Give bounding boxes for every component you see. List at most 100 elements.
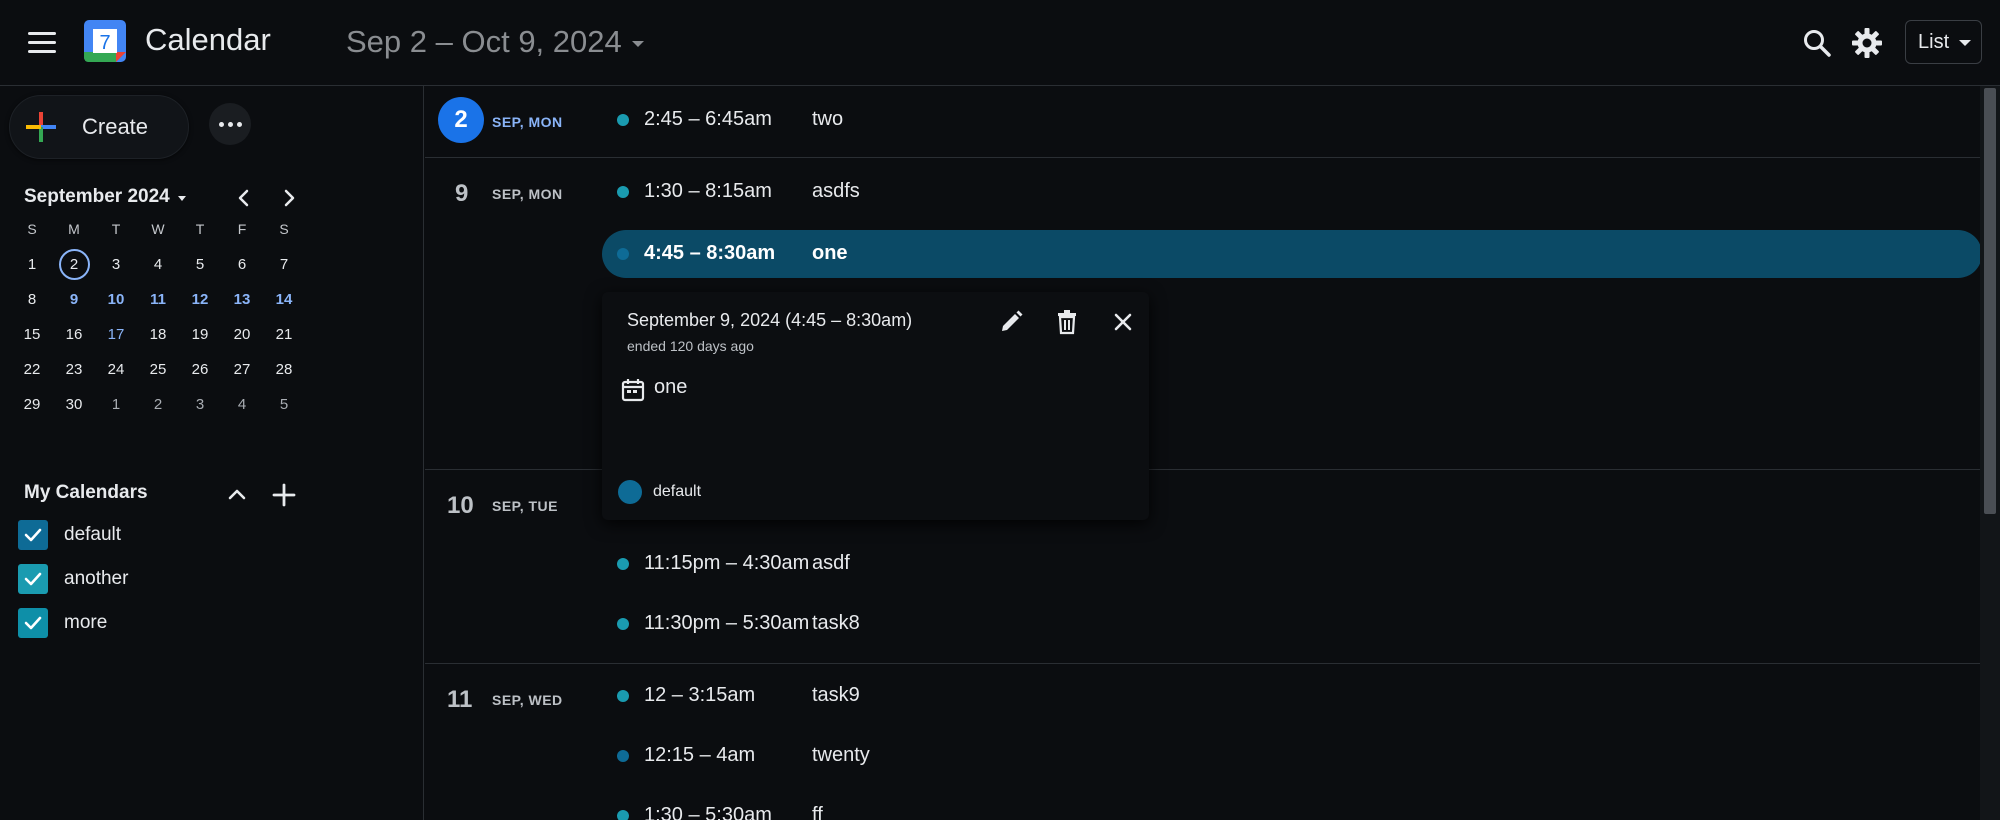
day-divider: [425, 663, 1980, 664]
event-color-dot: [617, 186, 629, 198]
mini-weekday-row: S M T W T F S: [11, 212, 305, 247]
day-number[interactable]: 9: [455, 180, 468, 208]
close-popover-button[interactable]: [1107, 306, 1139, 338]
check-icon: [24, 572, 42, 586]
calendar-icon: [621, 379, 645, 402]
mini-day-next-month[interactable]: 1: [95, 387, 137, 422]
chevron-down-icon: [177, 195, 186, 201]
calendar-checkbox[interactable]: [18, 564, 48, 594]
mini-day[interactable]: 22: [11, 352, 53, 387]
mini-month-picker[interactable]: September 2024: [24, 186, 186, 208]
event-time: 1:30 – 5:30am: [644, 804, 772, 820]
event-title: task8: [812, 612, 860, 634]
event-item[interactable]: 2:45 – 6:45am two: [617, 98, 2000, 144]
event-time: 12 – 3:15am: [644, 684, 756, 706]
event-time: 11:30pm – 5:30am: [644, 612, 810, 634]
day-number[interactable]: 10: [447, 492, 474, 520]
day-divider: [425, 157, 1980, 158]
chevron-down-icon: [1959, 40, 1972, 46]
delete-event-button[interactable]: [1051, 306, 1083, 338]
check-icon: [24, 616, 42, 630]
mini-day-selected[interactable]: 10: [95, 282, 137, 317]
event-color-dot: [617, 114, 629, 126]
mini-day[interactable]: 29: [11, 387, 53, 422]
mini-day[interactable]: 18: [137, 317, 179, 352]
mini-day[interactable]: 3: [95, 247, 137, 282]
mini-day-next-month[interactable]: 5: [263, 387, 305, 422]
mini-day[interactable]: 25: [137, 352, 179, 387]
mini-day-has-events[interactable]: 17: [95, 317, 137, 352]
date-range-picker[interactable]: Sep 2 – Oct 9, 2024: [346, 24, 644, 60]
calendar-item-another[interactable]: another: [18, 562, 318, 596]
mini-week-row: 1 2 3 4 5 6 7: [11, 247, 305, 282]
mini-day[interactable]: 8: [11, 282, 53, 317]
event-time: 4:45 – 8:30am: [644, 242, 776, 264]
mini-day-next-month[interactable]: 3: [179, 387, 221, 422]
mini-day[interactable]: 15: [11, 317, 53, 352]
calendar-item-more[interactable]: more: [18, 606, 318, 640]
scrollbar-thumb[interactable]: [1984, 88, 1996, 514]
mini-day-selected[interactable]: 14: [263, 282, 305, 317]
main-menu-button[interactable]: [22, 24, 62, 60]
mini-day-today[interactable]: 2: [53, 247, 95, 282]
event-item[interactable]: 11:30pm – 5:30am task8: [617, 602, 2000, 648]
more-options-button[interactable]: [209, 103, 251, 145]
mini-day[interactable]: 16: [53, 317, 95, 352]
day-number-today[interactable]: 2: [438, 97, 484, 143]
event-date-line: September 9, 2024 (4:45 – 8:30am): [627, 310, 913, 330]
pencil-icon: [1002, 310, 1023, 331]
event-item[interactable]: 12 – 3:15am task9: [617, 674, 2000, 720]
mini-day-next-month[interactable]: 4: [221, 387, 263, 422]
mini-day[interactable]: 27: [221, 352, 263, 387]
calendar-checkbox[interactable]: [18, 520, 48, 550]
add-calendar-icon[interactable]: [270, 481, 298, 509]
mini-day[interactable]: 5: [179, 247, 221, 282]
mini-day[interactable]: 26: [179, 352, 221, 387]
event-color-dot: [617, 810, 629, 820]
mini-day-next-month[interactable]: 2: [137, 387, 179, 422]
event-item[interactable]: 11:15pm – 4:30am asdf: [617, 542, 2000, 588]
mini-day[interactable]: 1: [11, 247, 53, 282]
event-ended-line: ended 120 days ago: [627, 338, 754, 354]
prev-month-button[interactable]: [230, 184, 258, 212]
mini-day-selected[interactable]: 13: [221, 282, 263, 317]
event-item[interactable]: 1:30 – 5:30am ff: [617, 794, 2000, 820]
event-time: 2:45 – 6:45am: [644, 108, 772, 130]
event-item[interactable]: 1:30 – 8:15am asdfs: [617, 170, 2000, 216]
mini-day[interactable]: 19: [179, 317, 221, 352]
mini-day[interactable]: 28: [263, 352, 305, 387]
weekday-label: S: [27, 221, 37, 237]
mini-day-selected[interactable]: 12: [179, 282, 221, 317]
create-button-label: Create: [82, 114, 149, 139]
mini-day[interactable]: 24: [95, 352, 137, 387]
agenda-scrollbar[interactable]: [1980, 86, 2000, 820]
hamburger-icon: [28, 31, 56, 35]
day-number[interactable]: 11: [447, 686, 472, 714]
event-color-dot: [617, 248, 629, 260]
day-label: SEP, TUE: [492, 498, 558, 514]
mini-day[interactable]: 6: [221, 247, 263, 282]
mini-day[interactable]: 7: [263, 247, 305, 282]
calendar-item-default[interactable]: default: [18, 518, 318, 552]
event-time: 11:15pm – 4:30am: [644, 552, 810, 574]
mini-day-selected[interactable]: 11: [137, 282, 179, 317]
event-color-dot: [617, 558, 629, 570]
calendar-checkbox[interactable]: [18, 608, 48, 638]
mini-day[interactable]: 21: [263, 317, 305, 352]
mini-day[interactable]: 20: [221, 317, 263, 352]
mini-day[interactable]: 23: [53, 352, 95, 387]
mini-day-selected[interactable]: 9: [53, 282, 95, 317]
search-icon[interactable]: [1800, 26, 1834, 60]
create-button[interactable]: Create: [9, 95, 189, 159]
event-item-selected[interactable]: 4:45 – 8:30am one: [602, 230, 1982, 278]
next-month-button[interactable]: [275, 184, 303, 212]
mini-day[interactable]: 30: [53, 387, 95, 422]
day-label: SEP, MON: [492, 114, 563, 130]
view-select[interactable]: List: [1905, 20, 1982, 64]
event-calendar-name: default: [653, 483, 702, 500]
chevron-up-icon[interactable]: [224, 482, 250, 508]
event-item[interactable]: 12:15 – 4am twenty: [617, 734, 2000, 780]
mini-day[interactable]: 4: [137, 247, 179, 282]
gear-icon[interactable]: [1850, 26, 1884, 60]
edit-event-button[interactable]: [995, 306, 1027, 338]
